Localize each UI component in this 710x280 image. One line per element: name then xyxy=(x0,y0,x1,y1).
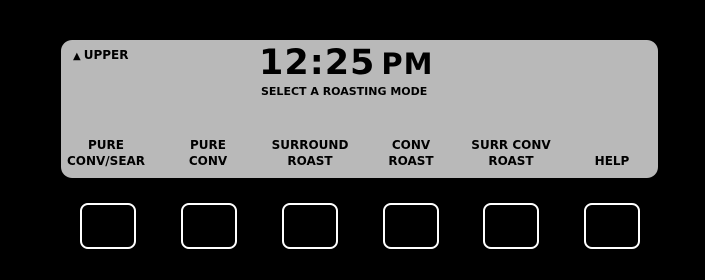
oven-indicator: ▲ UPPER xyxy=(73,48,128,62)
softkey-help-button[interactable] xyxy=(584,203,640,249)
clock-time: 12:25 xyxy=(259,43,376,83)
softkey-label-pure-conv-sear: PURE CONV/SEAR xyxy=(66,138,146,168)
softkey-pure-conv-button[interactable] xyxy=(181,203,237,249)
softkey-label-help: HELP xyxy=(594,154,630,168)
clock-ampm: PM xyxy=(381,47,434,81)
softkey-pure-conv-sear-button[interactable] xyxy=(80,203,136,249)
softkey-label-surround-roast: SURROUND ROAST xyxy=(271,138,349,168)
softkey-label-conv-roast: CONV ROAST xyxy=(388,138,434,168)
softkey-label-pure-conv: PURE CONV xyxy=(188,138,228,168)
softkey-surr-conv-roast-button[interactable] xyxy=(483,203,539,249)
oven-label: UPPER xyxy=(83,48,129,62)
softkey-surround-roast-button[interactable] xyxy=(282,203,338,249)
clock-readout: 12:25 PM xyxy=(259,46,434,81)
triangle-up-icon: ▲ xyxy=(73,51,81,62)
softkey-conv-roast-button[interactable] xyxy=(383,203,439,249)
softkey-label-surr-conv-roast: SURR CONV ROAST xyxy=(471,138,551,168)
mode-prompt: SELECT A ROASTING MODE xyxy=(261,85,428,98)
control-panel: ▲ UPPER 12:25 PM SELECT A ROASTING MODE PU… xyxy=(0,0,705,280)
lcd-display: ▲ UPPER 12:25 PM SELECT A ROASTING MODE PU… xyxy=(61,40,658,178)
